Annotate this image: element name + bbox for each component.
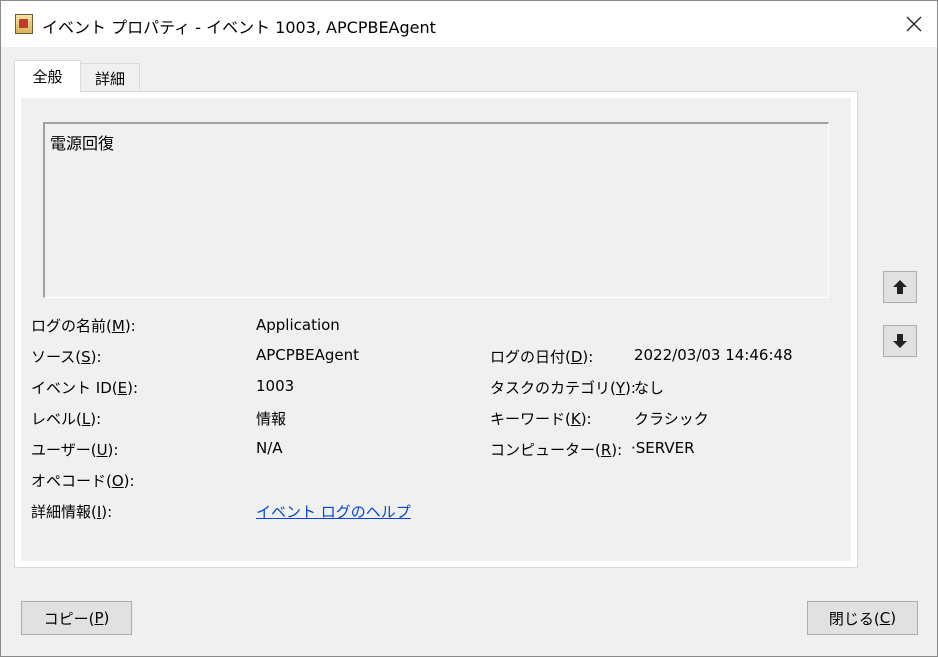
close-button-label-end: ) <box>890 609 897 627</box>
event-id-label: イベント ID(E): <box>31 379 138 397</box>
level-value: 情報 <box>256 410 287 428</box>
general-tab-panel: 電源回復 <box>14 91 858 568</box>
computer-label: コンピューター(R): <box>490 441 623 459</box>
user-label: ユーザー(U): <box>31 441 119 459</box>
keywords-value: クラシック <box>634 410 709 428</box>
event-description-text: 電源回復 <box>50 134 115 153</box>
event-description-box[interactable]: 電源回復 <box>43 122 829 298</box>
event-viewer-app-icon <box>15 14 33 34</box>
tab-details[interactable]: 詳細 <box>80 63 140 92</box>
window-title: イベント プロパティ - イベント 1003, APCPBEAgent <box>42 18 436 37</box>
previous-event-button[interactable] <box>883 271 917 303</box>
copy-button-label-end: ) <box>103 609 110 627</box>
close-button[interactable]: 閉じる(C) <box>807 601 918 635</box>
arrow-up-icon <box>893 280 907 294</box>
general-content: 電源回復 <box>21 98 851 561</box>
log-name-value: Application <box>256 316 340 334</box>
tab-general[interactable]: 全般 <box>14 60 81 92</box>
next-event-button[interactable] <box>883 325 917 357</box>
title-bar: イベント プロパティ - イベント 1003, APCPBEAgent <box>1 1 937 47</box>
event-log-help-link[interactable]: イベント ログのヘルプ <box>256 501 411 522</box>
close-button-label: 閉じる( <box>828 609 880 628</box>
close-icon <box>906 16 922 32</box>
log-name-label: ログの名前(M): <box>31 317 136 335</box>
event-properties-window: イベント プロパティ - イベント 1003, APCPBEAgent 全般 詳… <box>0 0 938 657</box>
copy-button[interactable]: コピー(P) <box>21 601 132 635</box>
keywords-label: キーワード(K): <box>490 410 592 428</box>
logged-date-label: ログの日付(D): <box>490 348 594 366</box>
close-window-button[interactable] <box>891 1 937 47</box>
arrow-down-icon <box>893 334 907 348</box>
source-value: APCPBEAgent <box>256 346 359 364</box>
copy-button-label: コピー( <box>43 609 95 628</box>
close-button-accel: C <box>879 609 891 627</box>
level-label: レベル(L): <box>31 410 102 428</box>
task-category-label: タスクのカテゴリ(Y): <box>490 379 636 397</box>
task-category-value: なし <box>634 379 665 397</box>
more-info-label: 詳細情報(I): <box>31 503 113 521</box>
opcode-label: オペコード(O): <box>31 472 135 490</box>
event-id-value: 1003 <box>256 377 295 395</box>
copy-button-accel: P <box>94 609 104 627</box>
computer-value: ·SERVER <box>631 439 695 457</box>
user-value: N/A <box>256 439 283 457</box>
source-label: ソース(S): <box>31 348 102 366</box>
logged-date-value: 2022/03/03 14:46:48 <box>634 346 793 364</box>
